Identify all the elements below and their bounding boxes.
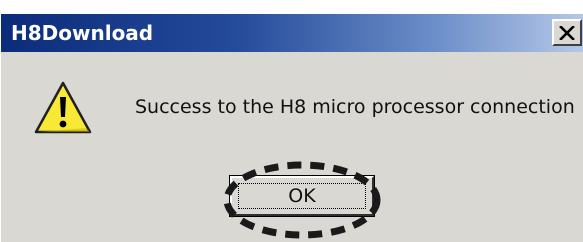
close-button[interactable] (552, 19, 582, 46)
warning-icon (34, 81, 92, 134)
close-icon (559, 25, 575, 40)
ok-button[interactable]: OK (229, 175, 375, 217)
dialog-window: H8Download Success to the H8 micro proce… (0, 0, 583, 242)
title-bar[interactable]: H8Download (1, 14, 583, 52)
background-strip (1, 0, 583, 14)
ok-button-label: OK (288, 185, 316, 207)
window-title: H8Download (11, 21, 154, 45)
dialog-message: Success to the H8 micro processor connec… (135, 96, 575, 118)
